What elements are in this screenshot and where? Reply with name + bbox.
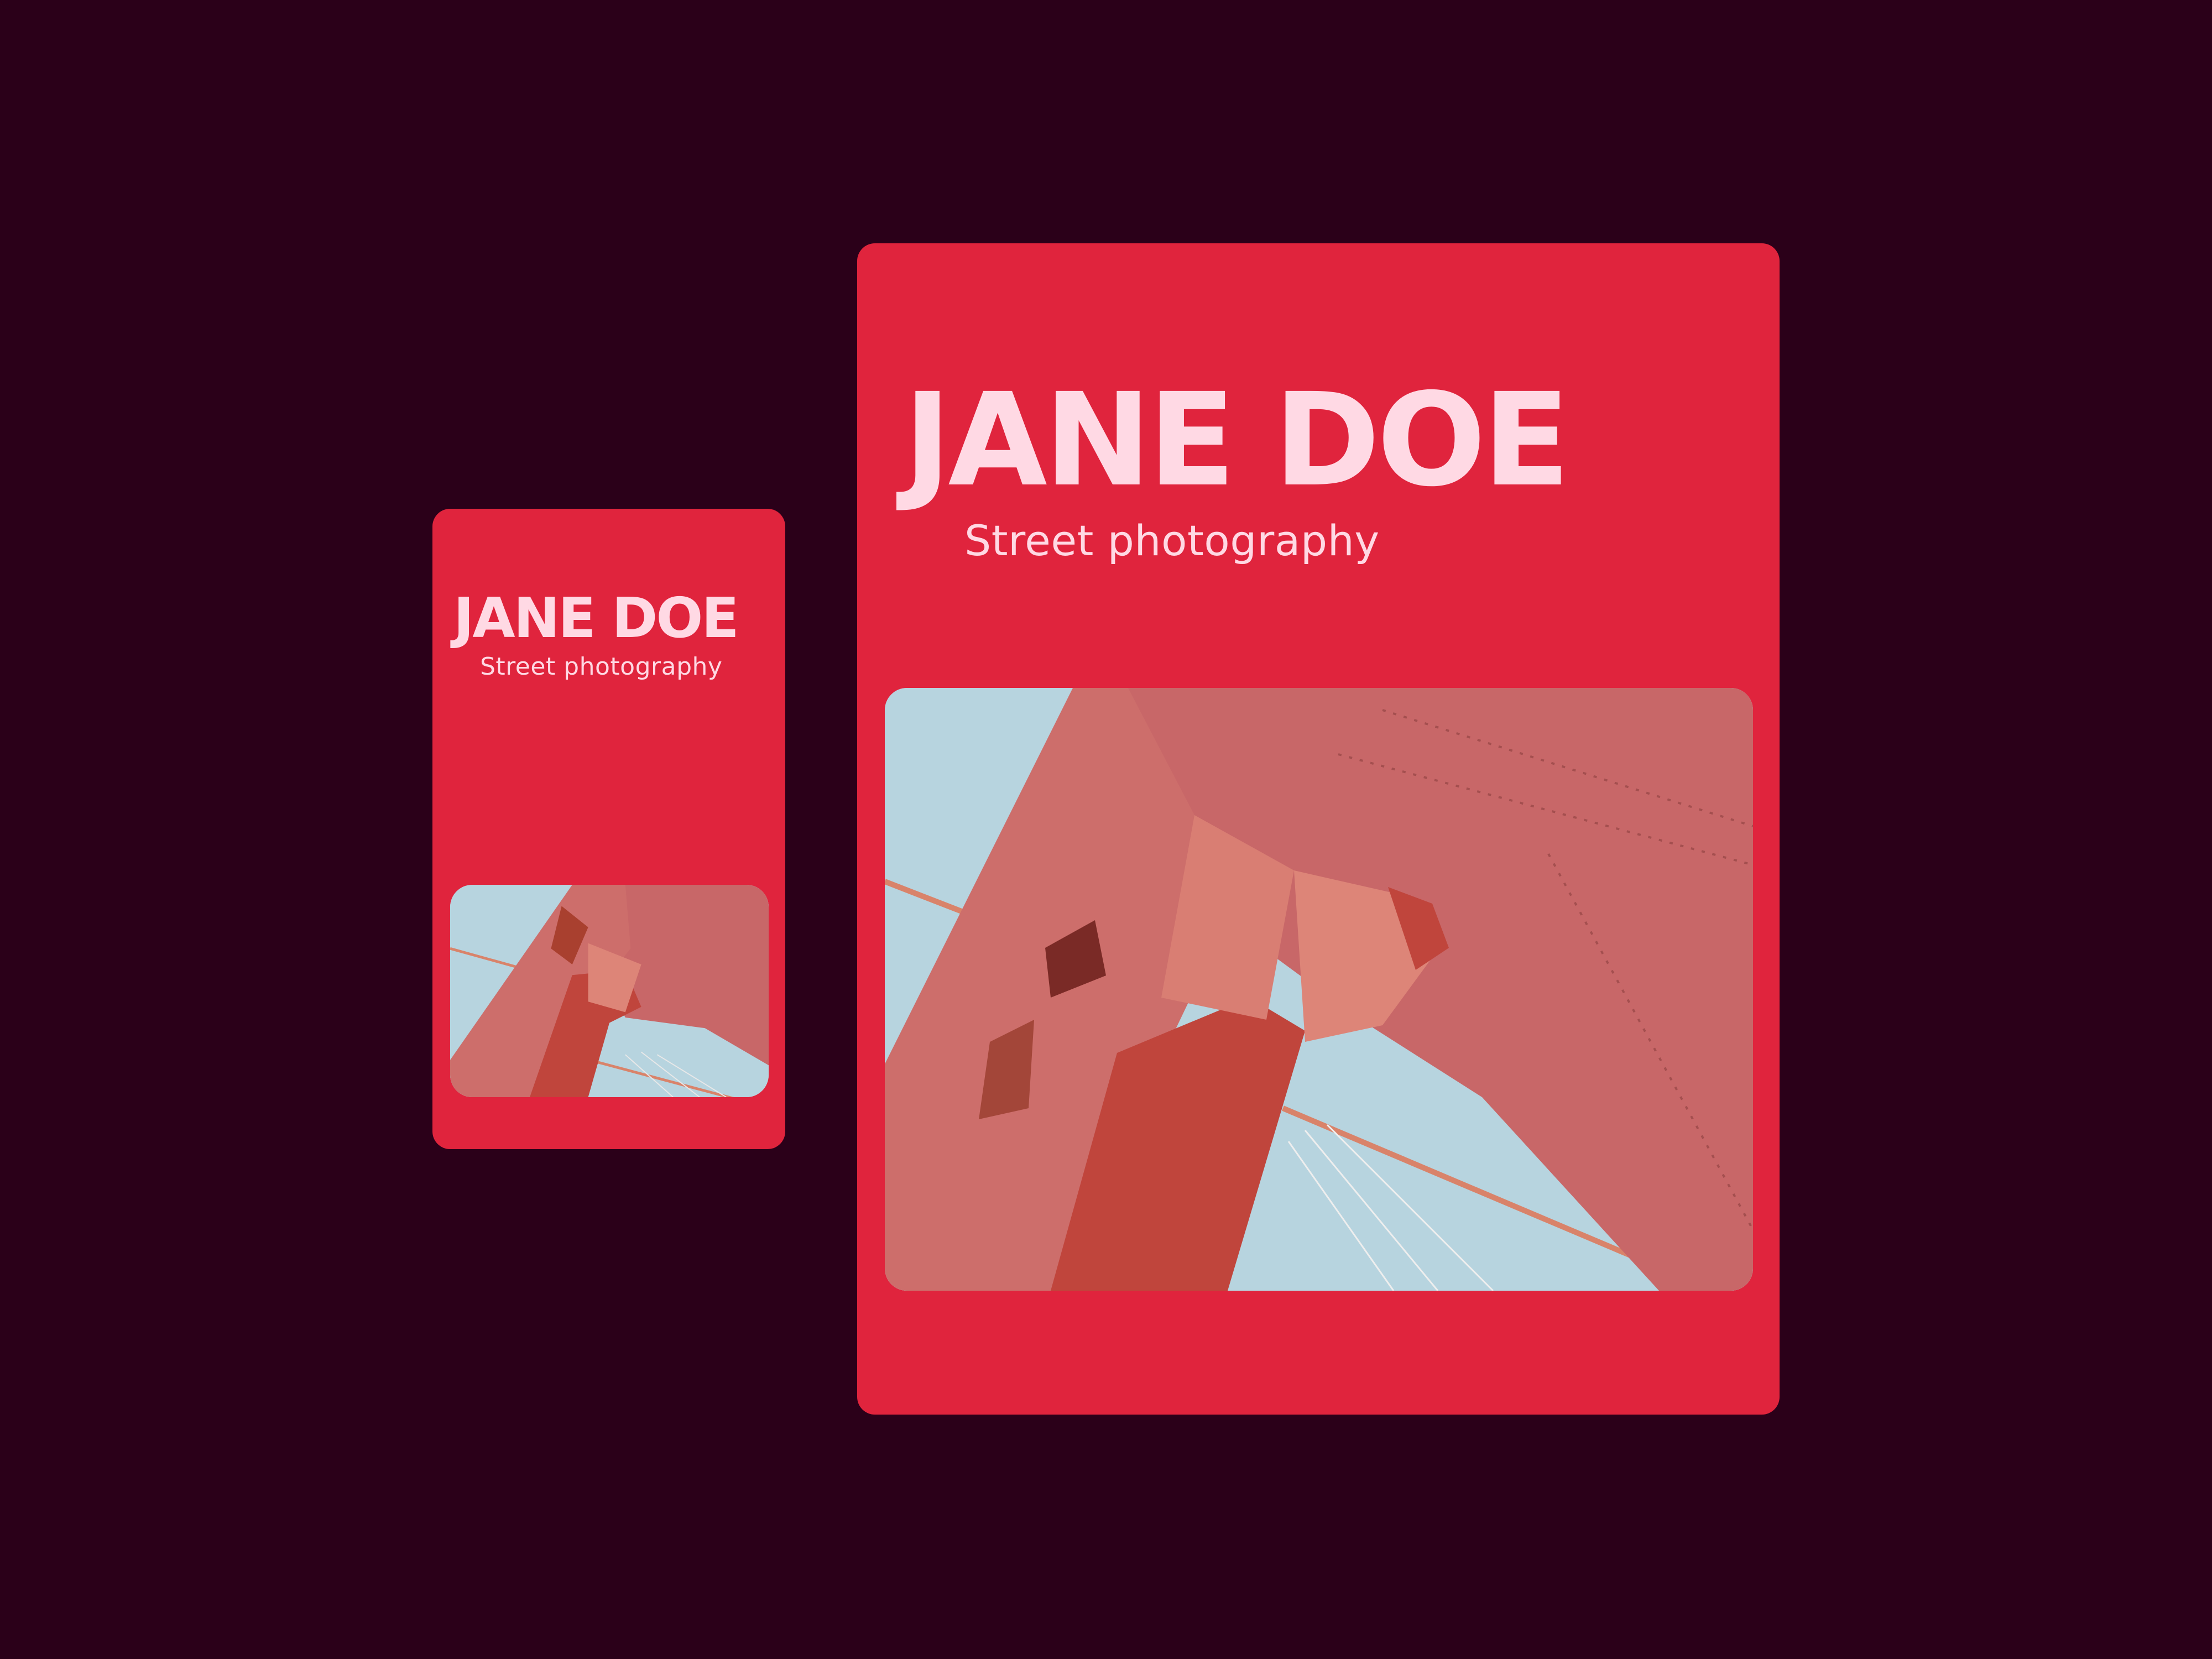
bridge-tower-image [450, 885, 769, 1097]
mobile-preview-card: JANE DOE Street photography [432, 509, 785, 1149]
photographer-name: JANE DOE [904, 366, 1571, 515]
bridge-photo [885, 688, 1753, 1291]
photographer-tagline: Street photography [964, 516, 1380, 565]
photographer-name: JANE DOE [453, 586, 739, 650]
bridge-tower-image [885, 688, 1753, 1291]
bridge-photo [450, 885, 769, 1097]
photographer-tagline: Street photography [480, 653, 723, 681]
desktop-preview-card: JANE DOE Street photography [857, 243, 1780, 1415]
